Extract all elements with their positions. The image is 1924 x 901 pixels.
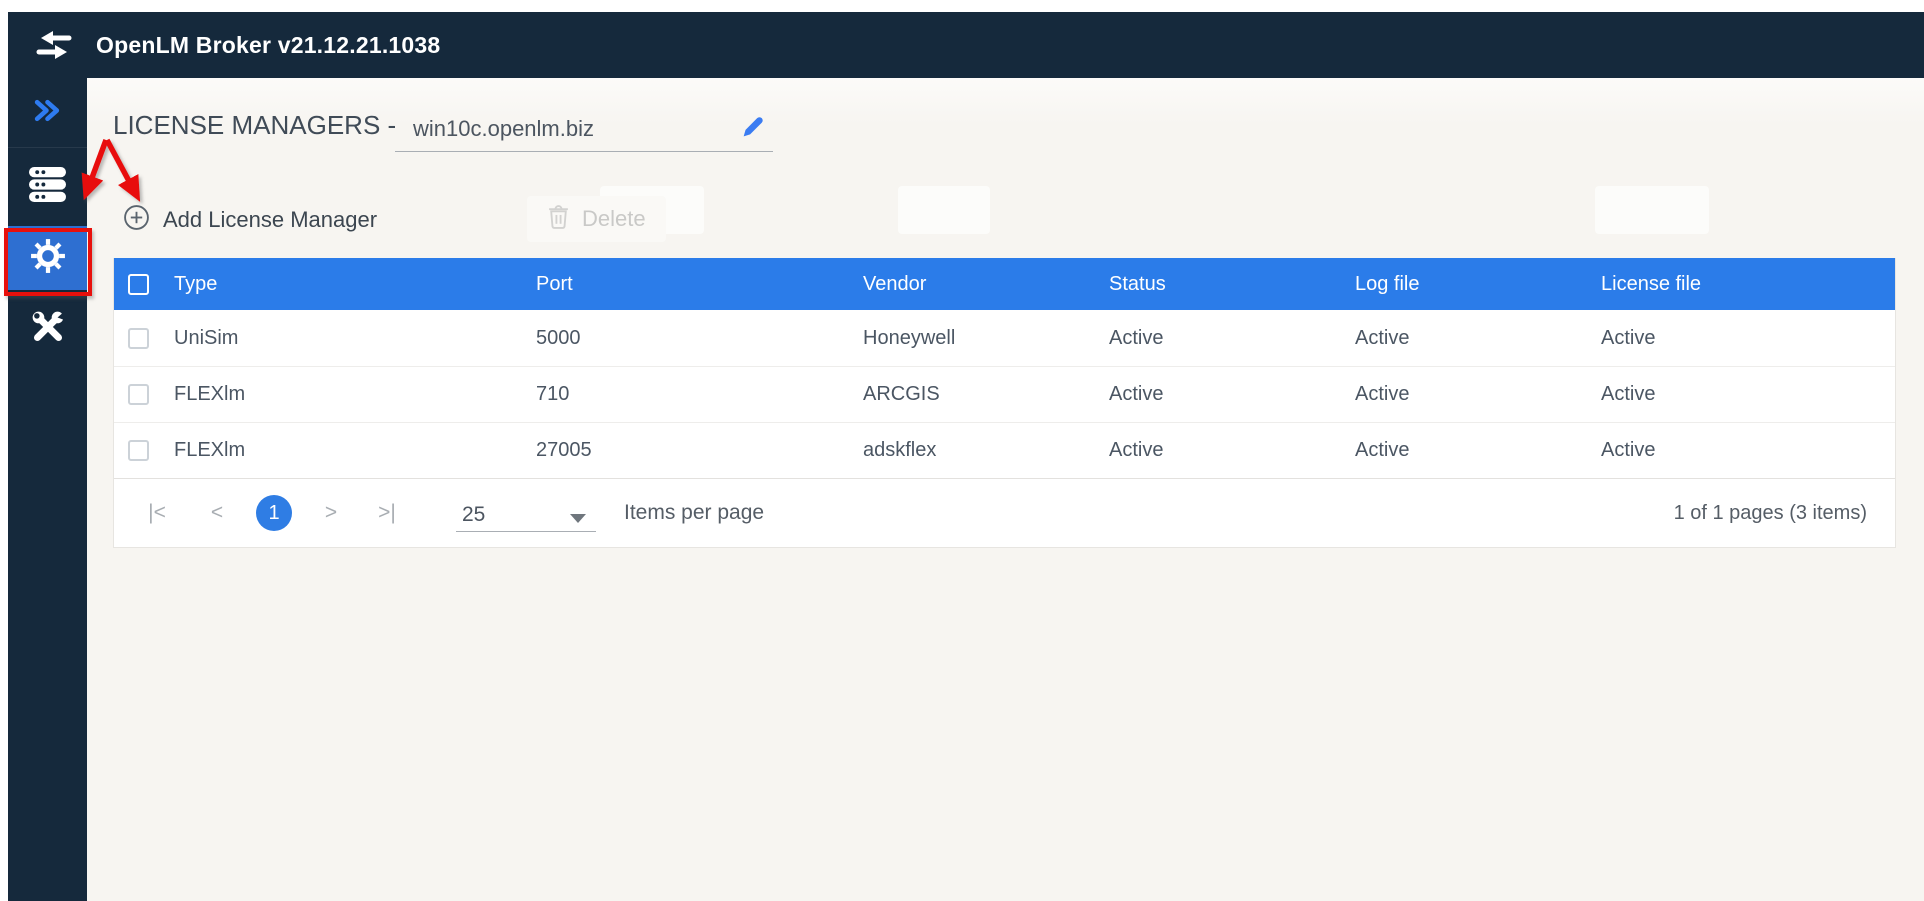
sidebar-item-tools[interactable]: [8, 290, 87, 368]
plus-circle-icon: [123, 204, 150, 237]
cell-type: FLEXlm: [174, 439, 246, 461]
column-header-status[interactable]: Status: [1109, 273, 1355, 296]
table-row[interactable]: FLEXlm 710 ARCGIS Active Active Active: [114, 366, 1895, 422]
add-license-manager-button[interactable]: Add License Manager: [123, 200, 377, 240]
column-header-type[interactable]: Type: [174, 273, 536, 296]
swap-arrows-icon: [34, 28, 74, 62]
cell-port: 710: [536, 383, 570, 405]
next-page-button[interactable]: >: [318, 501, 344, 525]
pencil-icon[interactable]: [739, 114, 769, 144]
openlm-broker-window: OpenLM Broker v21.12.21.1038 LICENSE MAN…: [0, 0, 1924, 901]
table-row[interactable]: UniSim 5000 Honeywell Active Active Acti…: [114, 310, 1895, 366]
delete-button[interactable]: Delete: [527, 196, 666, 242]
cell-status: Active: [1109, 326, 1164, 349]
page-title: LICENSE MANAGERS -: [113, 110, 397, 140]
cell-license-file: Active: [1601, 439, 1656, 461]
app-title: OpenLM Broker v21.12.21.1038: [96, 31, 441, 58]
top-bar: OpenLM Broker v21.12.21.1038: [8, 12, 1924, 78]
table-body: UniSim 5000 Honeywell Active Active Acti…: [114, 310, 1895, 478]
cell-license-file: Active: [1601, 383, 1656, 405]
trash-icon: [547, 204, 570, 235]
row-checkbox[interactable]: [128, 327, 149, 349]
cell-vendor: ARCGIS: [863, 383, 940, 405]
ghost-panel: [898, 186, 990, 234]
cell-status: Active: [1109, 383, 1164, 405]
cell-status: Active: [1109, 439, 1164, 461]
cell-vendor: adskflex: [863, 439, 937, 461]
row-checkbox[interactable]: [128, 440, 149, 461]
sidebar-item-servers[interactable]: [8, 148, 87, 226]
chevron-down-icon: [570, 514, 586, 523]
column-header-port[interactable]: Port: [536, 273, 863, 296]
column-header-license-file[interactable]: License file: [1601, 273, 1895, 296]
table-row[interactable]: FLEXlm 27005 adskflex Active Active Acti…: [114, 422, 1895, 478]
license-managers-table: Type Port Vendor Status Log file License…: [113, 258, 1896, 548]
hostname-field[interactable]: win10c.openlm.biz: [395, 112, 773, 152]
cell-port: 5000: [536, 326, 581, 349]
cell-log-file: Active: [1355, 383, 1410, 405]
first-page-button[interactable]: |<: [144, 501, 170, 525]
hostname-input[interactable]: win10c.openlm.biz: [395, 112, 773, 142]
current-page-button[interactable]: 1: [256, 495, 292, 531]
column-header-vendor[interactable]: Vendor: [863, 273, 1109, 296]
main-content: LICENSE MANAGERS - win10c.openlm.biz Add…: [87, 78, 1924, 901]
sidebar-item-expand[interactable]: [8, 78, 87, 148]
cell-vendor: Honeywell: [863, 326, 956, 349]
items-per-page-value: 25: [462, 503, 486, 526]
cell-license-file: Active: [1601, 326, 1656, 349]
annotation-highlight-box: [4, 228, 92, 296]
add-license-manager-label: Add License Manager: [163, 207, 378, 232]
column-header-log-file[interactable]: Log file: [1355, 273, 1601, 296]
ghost-panel: [1595, 186, 1709, 234]
items-per-page-select[interactable]: 25: [456, 494, 596, 532]
tools-icon: [30, 309, 66, 350]
cell-log-file: Active: [1355, 326, 1410, 349]
select-all-checkbox[interactable]: [128, 273, 149, 295]
row-checkbox[interactable]: [128, 384, 149, 405]
table-header-row: Type Port Vendor Status Log file License…: [114, 258, 1895, 310]
last-page-button[interactable]: >|: [374, 501, 400, 525]
double-chevron-right-icon: [34, 99, 61, 127]
cell-type: UniSim: [174, 326, 239, 349]
delete-label: Delete: [582, 206, 646, 231]
sidebar: [8, 78, 87, 901]
server-stack-icon: [29, 167, 66, 207]
cell-log-file: Active: [1355, 439, 1410, 461]
cell-port: 27005: [536, 439, 592, 461]
items-per-page-label: Items per page: [624, 501, 765, 524]
pagination-bar: |< < 1 > >| 25 Items per page 1 of 1 pag…: [114, 478, 1895, 547]
page-summary: 1 of 1 pages (3 items): [1673, 501, 1867, 524]
previous-page-button[interactable]: <: [204, 501, 230, 525]
cell-type: FLEXlm: [174, 383, 246, 405]
